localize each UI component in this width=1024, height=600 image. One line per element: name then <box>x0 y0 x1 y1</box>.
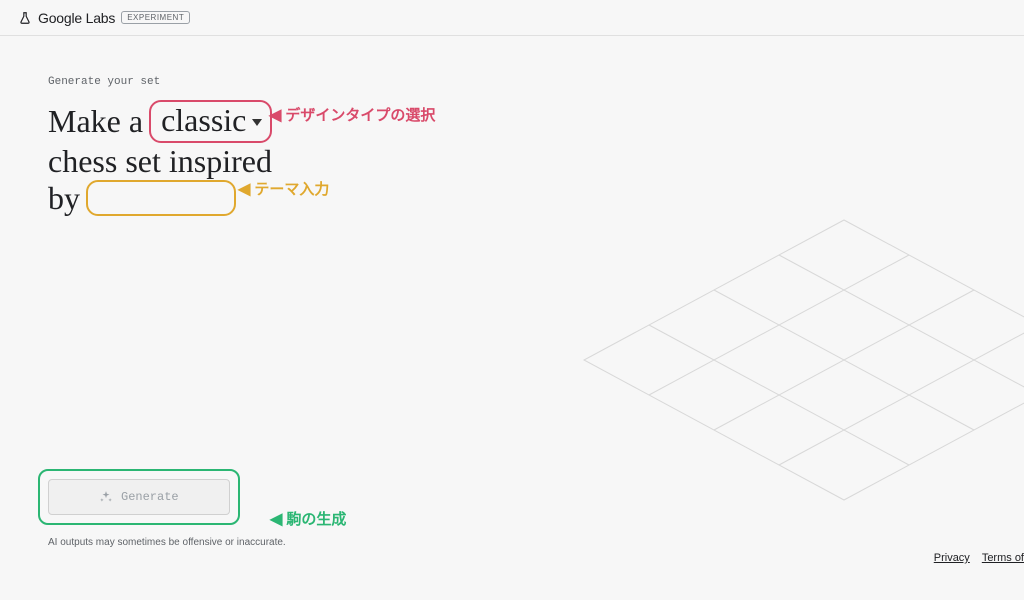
generate-section: Generate AI outputs may sometimes be off… <box>38 469 286 548</box>
theme-input[interactable] <box>86 180 236 216</box>
app-header: Google Labs EXPERIMENT <box>0 0 1024 36</box>
prompt-part1: Make a <box>48 103 143 140</box>
generate-button[interactable]: Generate <box>48 479 230 515</box>
generate-button-highlight: Generate <box>38 469 240 525</box>
brand-text: Google Labs <box>38 10 115 26</box>
annotation-text: テーマ入力 <box>254 178 329 199</box>
chevron-down-icon <box>252 119 262 126</box>
footer-links: Privacy Terms of <box>934 552 1024 564</box>
annotation-text: デザインタイプの選択 <box>285 104 435 125</box>
sparkle-icon <box>99 490 113 504</box>
privacy-link[interactable]: Privacy <box>934 552 970 564</box>
prompt-line-1: Make a classic <box>48 100 976 143</box>
arrow-left-icon: ◀ <box>270 509 282 529</box>
arrow-left-icon: ◀ <box>269 105 281 125</box>
experiment-badge: EXPERIMENT <box>121 11 190 24</box>
chess-board-grid <box>544 200 1024 600</box>
annotation-text: 駒の生成 <box>286 508 346 529</box>
prompt-line-2: chess set inspired <box>48 143 976 180</box>
annotation-design-type: ◀ デザインタイプの選択 <box>269 104 435 125</box>
annotation-theme: ◀ テーマ入力 <box>238 178 329 199</box>
dropdown-value: classic <box>161 102 246 139</box>
arrow-left-icon: ◀ <box>238 179 250 199</box>
subtitle: Generate your set <box>48 76 976 88</box>
generate-button-label: Generate <box>121 490 179 504</box>
terms-link[interactable]: Terms of <box>982 552 1024 564</box>
design-type-dropdown[interactable]: classic <box>149 100 272 143</box>
logo-group: Google Labs EXPERIMENT <box>18 10 190 26</box>
annotation-generate: ◀ 駒の生成 <box>270 508 346 529</box>
prompt-part3: by <box>48 180 80 217</box>
prompt-part2: chess set inspired <box>48 143 272 180</box>
ai-disclaimer: AI outputs may sometimes be offensive or… <box>48 537 286 548</box>
main-content: Generate your set Make a classic chess s… <box>0 36 1024 216</box>
flask-icon <box>18 11 32 25</box>
